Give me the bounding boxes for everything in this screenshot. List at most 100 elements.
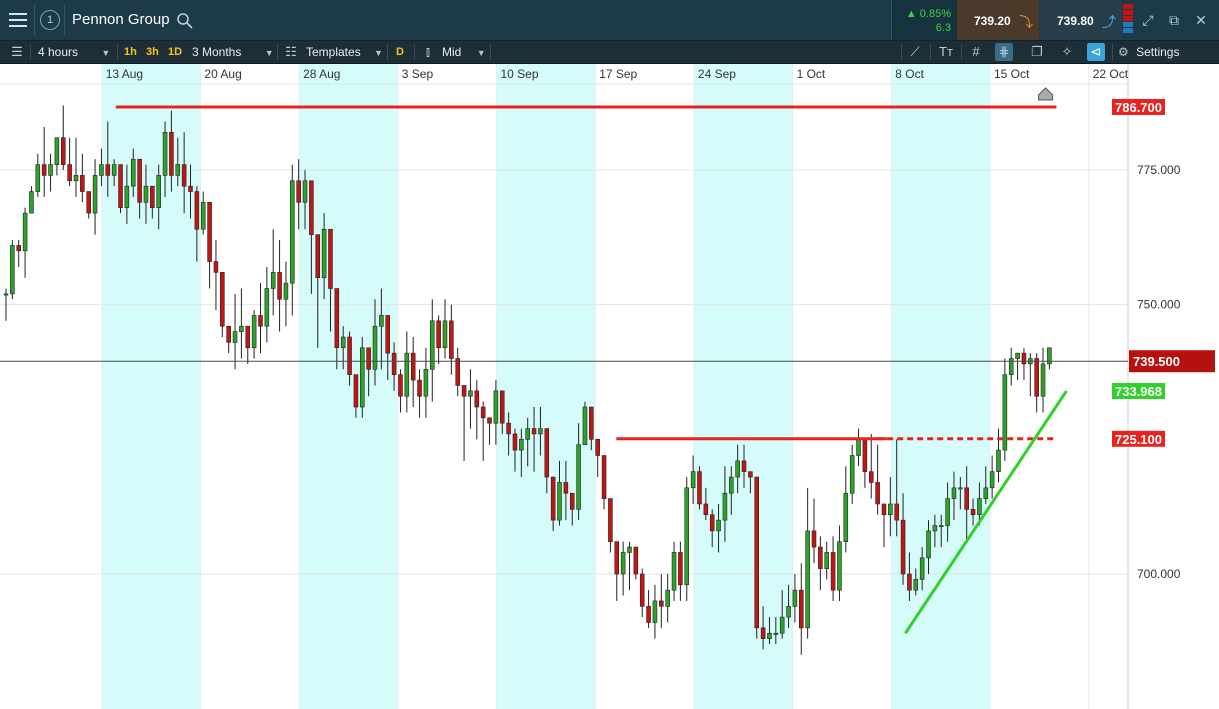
- candle-body: [563, 482, 569, 494]
- candle-body: [678, 552, 683, 586]
- popout-icon[interactable]: ⧉: [1166, 12, 1182, 28]
- x-tick-label: 1 Oct: [797, 67, 826, 81]
- candle-body: [690, 471, 696, 489]
- templates-select[interactable]: Templates ▼: [306, 41, 383, 63]
- tag-tool-icon[interactable]: ⊲: [1087, 43, 1105, 61]
- candle-body: [964, 487, 969, 510]
- candle-body: [799, 589, 804, 629]
- hamburger-menu-icon[interactable]: [6, 8, 32, 32]
- interval-1h[interactable]: 1h: [124, 41, 137, 63]
- interval-1d[interactable]: 1D: [168, 41, 182, 63]
- market-depth-icon[interactable]: [1123, 4, 1133, 36]
- range-select[interactable]: 3 Months ▼: [192, 41, 274, 63]
- sell-price-button[interactable]: 739.20 ⤵: [957, 0, 1039, 40]
- divider: [901, 44, 902, 60]
- price-tags: 786.700 725.100 733.968 739.500: [1112, 98, 1215, 447]
- price-type-select[interactable]: Mid ▼: [442, 41, 486, 63]
- y-tick-label: 775.000: [1137, 163, 1181, 177]
- candle-body: [449, 320, 454, 359]
- templates-label: Templates: [306, 45, 361, 59]
- candle-body: [111, 164, 117, 176]
- down-arrow-icon: ⤵: [1019, 14, 1033, 30]
- crosshair-grid-icon[interactable]: ⋕: [995, 43, 1013, 61]
- price-chart[interactable]: 13 Aug 20 Aug 28 Aug 3 Sep 10 Sep 17 Sep 24 Se…: [0, 64, 1219, 709]
- candlestick-type-icon[interactable]: ⫾: [419, 43, 437, 61]
- candle-body: [80, 175, 85, 192]
- cursor-icon[interactable]: ✧: [1058, 43, 1076, 61]
- candle-body: [226, 325, 231, 343]
- candle-body: [385, 315, 391, 354]
- candle-body: [786, 606, 791, 618]
- candle-body: [41, 164, 47, 176]
- candle-body: [334, 288, 340, 349]
- candle-body: [16, 245, 21, 252]
- candle-body: [251, 315, 257, 349]
- candle-body: [888, 503, 893, 516]
- candle-body: [538, 428, 543, 435]
- trading-chart-window: 1 Pennon Group ▲ 0.85% 6.3 739.20 ⤵ 739.…: [0, 0, 1219, 709]
- candle-body: [436, 320, 441, 349]
- candle-body: [862, 439, 868, 472]
- search-icon[interactable]: [176, 12, 194, 30]
- timeframe-select[interactable]: 4 hours ▼: [38, 41, 110, 63]
- candle-body: [729, 476, 734, 494]
- candle-body: [315, 234, 321, 279]
- week-band: [101, 64, 201, 709]
- timeframe-label: 4 hours: [38, 45, 79, 59]
- candle-body: [1034, 358, 1039, 397]
- candle-body: [659, 600, 664, 607]
- candle-body: [703, 503, 709, 516]
- candle-body: [169, 131, 174, 176]
- candle-body: [468, 390, 473, 397]
- divider: [34, 4, 35, 36]
- x-tick-label: 20 Aug: [204, 67, 241, 81]
- candle-body: [811, 530, 817, 548]
- candle-body: [54, 137, 60, 165]
- expand-icon[interactable]: ⤢: [1140, 12, 1156, 28]
- divider: [490, 44, 491, 60]
- candle-body: [550, 476, 556, 521]
- close-icon[interactable]: ✕: [1193, 12, 1209, 28]
- candle-body: [130, 158, 136, 187]
- candle-body: [200, 202, 206, 230]
- list-menu-icon[interactable]: ☰: [8, 43, 26, 61]
- layers-icon[interactable]: ❐: [1028, 43, 1046, 61]
- up-arrow-icon: ⤴: [1102, 14, 1116, 30]
- settings-button[interactable]: ⚙ Settings: [1118, 41, 1179, 63]
- buy-price-button[interactable]: 739.80 ⤴: [1040, 0, 1122, 40]
- x-tick-label: 8 Oct: [895, 67, 924, 81]
- candle-body: [760, 627, 766, 639]
- text-tool-icon[interactable]: Tт: [937, 43, 955, 61]
- candle-body: [1002, 374, 1008, 451]
- drawing-tool-icon[interactable]: ⟋: [906, 43, 924, 61]
- candle-body: [996, 449, 1001, 472]
- candle-body: [175, 164, 181, 176]
- candle-body: [220, 272, 225, 327]
- interval-3h[interactable]: 3h: [146, 41, 159, 63]
- candle-body: [748, 471, 753, 478]
- d-button[interactable]: D: [396, 41, 404, 63]
- candle-body: [983, 487, 989, 499]
- candle-body: [907, 573, 912, 591]
- window-number-badge[interactable]: 1: [40, 10, 60, 30]
- candle-body: [722, 492, 728, 521]
- candle-body: [938, 525, 944, 528]
- candle-body: [92, 175, 98, 214]
- candle-body: [347, 336, 352, 375]
- instrument-title[interactable]: Pennon Group: [72, 11, 170, 28]
- support-price-tag: 725.100: [1115, 432, 1162, 447]
- grid-icon[interactable]: #: [967, 43, 985, 61]
- candle-body: [557, 482, 562, 521]
- chart-area[interactable]: 13 Aug 20 Aug 28 Aug 3 Sep 10 Sep 17 Sep 24 Se…: [0, 64, 1219, 709]
- candle-body: [410, 352, 416, 381]
- divider: [30, 44, 31, 60]
- candle-body: [856, 439, 861, 456]
- candle-body: [213, 261, 219, 273]
- candle-body: [487, 417, 492, 424]
- candle-body: [309, 180, 314, 235]
- candle-body: [958, 487, 963, 490]
- candle-body: [665, 589, 670, 607]
- candle-body: [105, 164, 111, 176]
- templates-icon[interactable]: ☷: [282, 43, 300, 61]
- candle-body: [353, 374, 359, 408]
